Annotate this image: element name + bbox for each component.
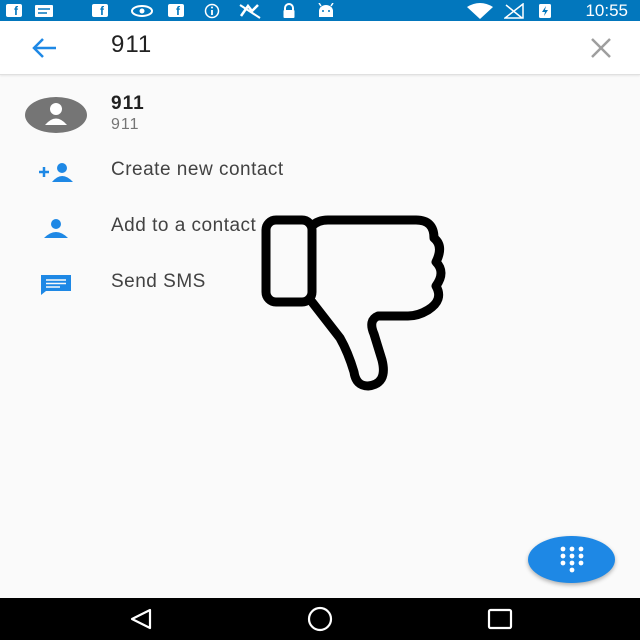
- navigation-bar: [0, 598, 640, 640]
- no-sim-icon: [238, 3, 262, 19]
- person-icon: [42, 218, 70, 245]
- message-icon: [34, 3, 54, 18]
- signal-off-icon: [504, 2, 524, 19]
- status-bar: 10:55: [0, 0, 640, 21]
- info-icon: [204, 3, 220, 18]
- arrow-back-icon[interactable]: [26, 33, 62, 63]
- contact-result-row[interactable]: [0, 86, 640, 144]
- android-icon: [316, 2, 336, 18]
- search-input[interactable]: 911: [111, 31, 152, 59]
- facebook-icon: [6, 4, 22, 17]
- facebook-icon: [92, 4, 108, 17]
- add-to-contact-label: Add to a contact: [111, 215, 257, 236]
- recents-square-icon[interactable]: [480, 604, 520, 634]
- send-sms-row[interactable]: Send SMS: [0, 262, 640, 306]
- back-triangle-icon[interactable]: [122, 604, 162, 634]
- message-icon: [40, 274, 72, 301]
- contact-number: 911: [111, 116, 140, 133]
- wifi-icon: [466, 2, 494, 19]
- create-new-contact-label: Create new contact: [111, 159, 284, 180]
- close-icon[interactable]: [588, 35, 614, 61]
- add-to-contact-row[interactable]: Add to a contact: [0, 206, 640, 250]
- send-sms-label: Send SMS: [111, 271, 206, 292]
- facebook-icon: [168, 4, 184, 17]
- dialpad-icon: [559, 545, 585, 580]
- create-new-contact-row[interactable]: Create new contact: [0, 150, 640, 194]
- nvidia-icon: [130, 3, 154, 18]
- status-time: 10:55: [585, 1, 628, 20]
- search-bar: 911: [0, 21, 640, 75]
- contact-name: 911: [111, 93, 145, 114]
- dialpad-button[interactable]: [528, 536, 615, 583]
- battery-charging-icon: [537, 3, 553, 18]
- add-person-icon: [38, 162, 76, 189]
- home-circle-icon[interactable]: [300, 604, 340, 634]
- lock-icon: [281, 2, 297, 18]
- avatar: [25, 97, 87, 133]
